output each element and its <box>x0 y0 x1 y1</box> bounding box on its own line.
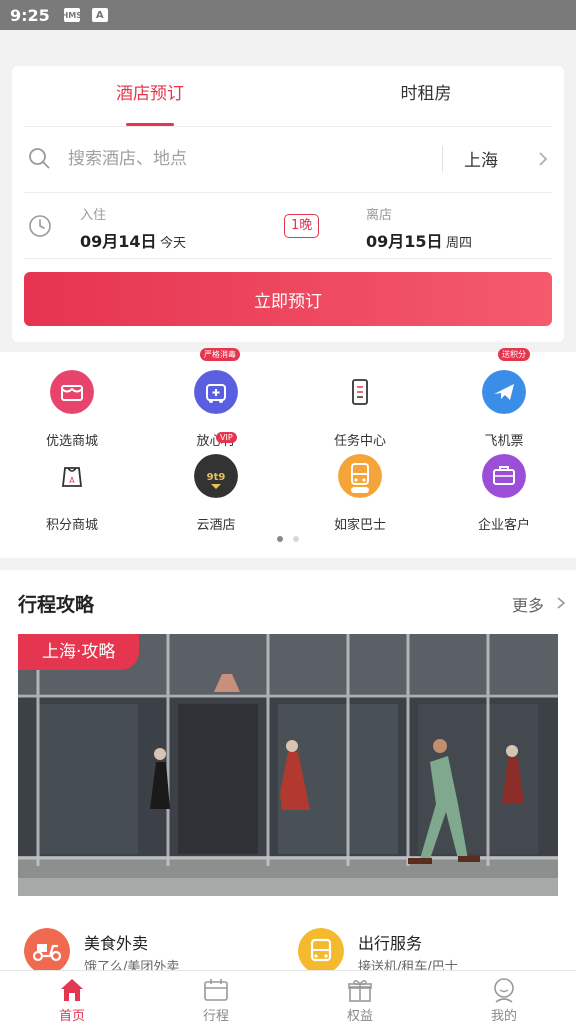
svg-text:A: A <box>69 476 75 485</box>
service-label: 积分商城 <box>45 518 98 533</box>
checkout-day: 周四 <box>446 236 473 251</box>
feature-title: 美食外卖 <box>84 934 149 953</box>
tab-label: 权益 <box>346 1009 373 1024</box>
service-item-bus[interactable]: 如家巴士 <box>288 436 432 533</box>
city-selector[interactable]: 上海 <box>464 146 498 171</box>
profile-icon <box>494 978 514 1003</box>
service-badge: 严格消毒 <box>200 348 240 361</box>
guide-photo[interactable]: 上海·攻略 <box>18 634 558 896</box>
shop-icon <box>50 370 94 414</box>
page-dot <box>293 536 299 542</box>
storefront-photo <box>18 634 558 896</box>
service-item-points-mall[interactable]: A 积分商城 <box>0 436 144 533</box>
points-shop-icon: A <box>61 467 83 487</box>
service-item-safe-travel[interactable]: 严格消毒 放心行 <box>144 348 288 449</box>
a-icon: A <box>91 8 108 22</box>
tab-hourly-room[interactable]: 时租房 <box>288 66 564 126</box>
tab-home[interactable]: 首页 <box>0 971 144 1024</box>
book-now-button[interactable]: 立即预订 <box>24 272 552 326</box>
checkin-date[interactable]: 09月14日 <box>80 228 157 252</box>
more-link[interactable]: 更多 <box>512 592 544 616</box>
tab-hotel-booking[interactable]: 酒店预订 <box>12 66 288 126</box>
service-label: 云酒店 <box>196 518 236 533</box>
service-label: 企业客户 <box>477 518 530 533</box>
plane-icon <box>482 370 526 414</box>
travel-guide-section: 行程攻略 更多 上海·攻略 美食外卖 饿了么/美团外卖 出行服务 接送机/租车/… <box>0 570 576 975</box>
checkout-date[interactable]: 09月15日 <box>366 228 443 252</box>
briefcase-icon <box>482 454 526 498</box>
tab-label: 行程 <box>202 1009 229 1024</box>
service-label: 如家巴士 <box>333 518 386 533</box>
section-title: 行程攻略 <box>18 594 95 616</box>
gift-icon <box>348 980 372 1002</box>
feature-title: 出行服务 <box>358 934 423 953</box>
home-icon <box>61 979 83 1001</box>
checkout-label: 离店 <box>366 208 393 223</box>
service-item-flights[interactable]: 送积分 飞机票 <box>432 348 576 449</box>
divider <box>24 192 552 193</box>
booking-card: 酒店预订 时租房 上海 入住 09月14日 今天 1晚 离店 09月15日 周四… <box>12 66 564 342</box>
search-icon <box>29 148 50 169</box>
tab-benefits[interactable]: 权益 <box>288 971 432 1024</box>
tab-label: 首页 <box>58 1009 85 1024</box>
search-input[interactable] <box>68 140 428 178</box>
cloud-hotel-icon: 9t9 <box>194 454 238 498</box>
chevron-right-icon[interactable] <box>536 150 550 168</box>
hms-icon: HMS <box>62 8 82 22</box>
tab-label: 我的 <box>490 1009 517 1024</box>
divider <box>442 146 443 172</box>
service-item-mall[interactable]: 优选商城 <box>0 352 144 449</box>
checkin-label: 入住 <box>80 208 107 223</box>
checkin-day: 今天 <box>160 236 187 251</box>
task-icon <box>352 379 368 405</box>
nights-badge: 1晚 <box>284 214 320 238</box>
divider <box>24 258 552 259</box>
status-bar: 9:25 HMS A <box>0 0 576 30</box>
tab-itinerary[interactable]: 行程 <box>144 971 288 1024</box>
search-row: 上海 <box>24 126 552 192</box>
service-item-enterprise[interactable]: 企业客户 <box>432 436 576 533</box>
chevron-right-icon[interactable] <box>556 596 566 610</box>
svg-text:9t9: 9t9 <box>207 472 226 483</box>
clock-icon <box>29 215 51 237</box>
booking-tabs: 酒店预订 时租房 <box>12 66 564 126</box>
service-badge: VIP <box>216 432 237 443</box>
status-time: 9:25 <box>10 5 50 25</box>
date-row[interactable]: 入住 09月14日 今天 1晚 离店 09月15日 周四 <box>24 194 552 258</box>
page-indicator <box>0 536 576 542</box>
tab-profile[interactable]: 我的 <box>432 971 576 1024</box>
food-delivery-icon <box>24 928 70 974</box>
bottom-tab-bar: 首页 行程 权益 我的 <box>0 970 576 1024</box>
service-badge: 送积分 <box>498 348 530 361</box>
bus-service-icon <box>298 928 344 974</box>
itinerary-icon <box>204 979 228 1001</box>
photo-tag: 上海·攻略 <box>18 634 140 670</box>
service-item-task-center[interactable]: 任务中心 <box>288 352 432 449</box>
page-dot-active <box>277 536 283 542</box>
safe-travel-icon <box>194 370 238 414</box>
service-item-cloud-hotel[interactable]: 9t9 VIP 云酒店 <box>144 432 288 533</box>
services-grid: 优选商城 严格消毒 放心行 任务中心 送积分 飞机票 A 积分商城 9t9 VI… <box>0 348 576 558</box>
bus-icon <box>338 454 382 498</box>
